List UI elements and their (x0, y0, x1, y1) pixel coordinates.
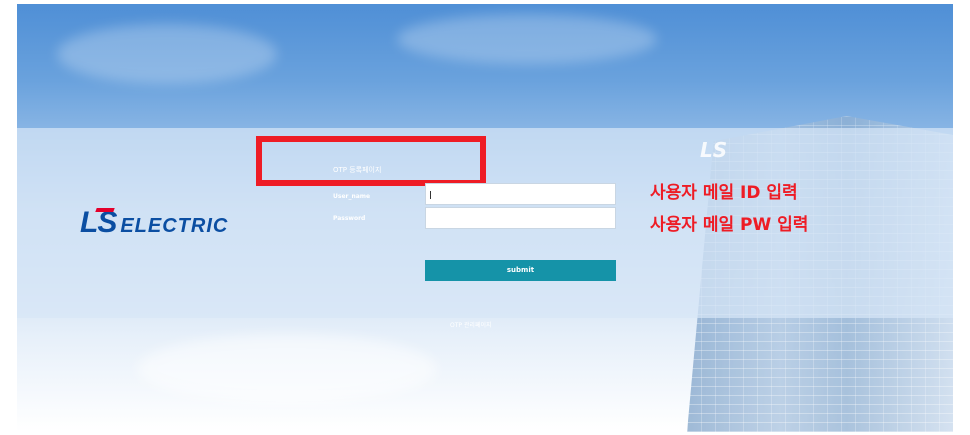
logo-electric-text: ELECTRIC (120, 215, 229, 237)
username-label: User_name (333, 193, 371, 200)
cloud-decoration (397, 14, 657, 64)
highlight-box (256, 136, 486, 186)
ls-electric-logo: LS ELECTRIC (80, 206, 228, 240)
building-logo: LS (700, 138, 728, 162)
submit-button[interactable]: submit (425, 260, 616, 281)
cloud-decoration (57, 24, 277, 84)
otp-manage-link[interactable]: OTP 관리페이지 (450, 320, 492, 329)
annotation-pw: 사용자 메일 PW 입력 (650, 215, 809, 235)
password-input[interactable] (425, 207, 616, 229)
annotation-id: 사용자 메일 ID 입력 (650, 183, 798, 203)
cloud-decoration (137, 334, 437, 404)
username-input[interactable] (425, 183, 616, 205)
logo-ls-text: LS (80, 206, 117, 239)
password-label: Password (333, 215, 366, 222)
text-caret (430, 191, 431, 199)
